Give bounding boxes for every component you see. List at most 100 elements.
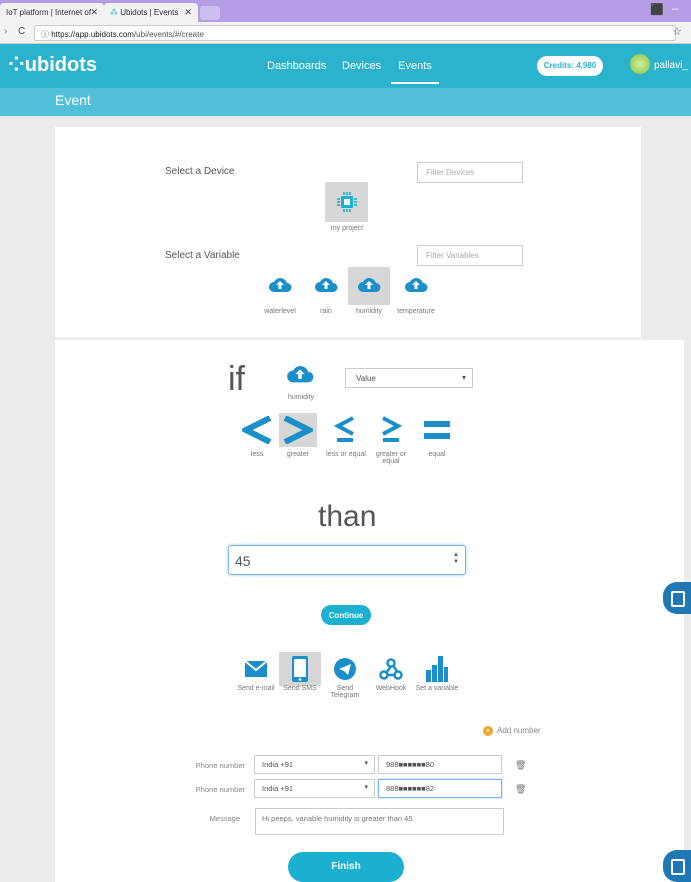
operator-greater[interactable]: [279, 413, 317, 447]
trash-icon[interactable]: 🗑: [515, 760, 526, 771]
nav-dashboards[interactable]: Dashboards: [267, 60, 326, 72]
variable-name: humidity: [355, 308, 383, 315]
if-label: if: [228, 360, 245, 398]
value-select-text: Value: [356, 374, 376, 383]
cloud-upload-icon: [405, 278, 428, 292]
filter-variables-input[interactable]: Filter Variables: [417, 245, 523, 266]
username[interactable]: pallavi_: [654, 60, 688, 71]
cloud-upload-icon: [269, 278, 292, 292]
tab-title: IoT platform | Internet of: [6, 8, 92, 17]
chat-widget-icon[interactable]: [663, 850, 691, 882]
trash-icon[interactable]: 🗑: [515, 784, 526, 795]
forward-icon[interactable]: ›: [4, 26, 7, 37]
close-icon[interactable]: ✕: [90, 7, 98, 18]
chat-widget-icon[interactable]: [663, 582, 691, 614]
chevron-down-icon: ▾: [364, 760, 368, 767]
country-select[interactable]: India +91 ▾: [254, 755, 375, 774]
action-label: Send e-mail: [237, 685, 275, 692]
variable-name: waterlevel: [264, 308, 296, 315]
logo-dots-icon: ⁘: [8, 54, 25, 76]
add-number-link[interactable]: + Add number: [483, 726, 541, 736]
country-value: India +91: [262, 760, 294, 769]
phone-number-input[interactable]: 888■■■■■■82: [378, 779, 502, 798]
favicon-icon: ⁂: [110, 8, 118, 17]
reload-icon[interactable]: C: [18, 26, 25, 37]
action-label: Send Telegram: [330, 685, 360, 699]
webhook-icon: [379, 658, 403, 680]
country-value: India +91: [262, 784, 294, 793]
than-label: than: [318, 500, 377, 533]
nav-devices[interactable]: Devices: [342, 60, 381, 72]
greater-than-icon: [283, 416, 313, 444]
variable-name: temperature: [397, 308, 435, 315]
selection-card: [55, 127, 641, 337]
phone-label: Phone number: [195, 785, 245, 794]
new-tab-button[interactable]: [200, 6, 220, 20]
nav-events[interactable]: Events: [391, 60, 439, 84]
credits-badge[interactable]: Credits: 4,980: [537, 56, 603, 76]
address-bar-row: › C ⓘ https://app.ubidots.com/ubi/events…: [0, 22, 691, 44]
bookmark-star-icon[interactable]: ☆: [672, 25, 682, 38]
action-label: Set a variable: [415, 685, 459, 692]
chevron-down-icon: ▾: [364, 784, 368, 791]
phone-number-value: 888■■■■■■82: [386, 784, 435, 793]
operator-equal[interactable]: [418, 413, 456, 447]
action-webhook[interactable]: [374, 654, 408, 684]
minimize-icon[interactable]: –: [672, 3, 678, 15]
message-textarea[interactable]: Hi peeps, variable humidity is greater t…: [255, 808, 504, 835]
tab-title: Ubidots | Events: [120, 8, 179, 17]
envelope-icon: [244, 660, 268, 677]
browser-tab-ubidots[interactable]: ⁂ Ubidots | Events ✕: [104, 3, 198, 22]
telegram-icon: [334, 658, 356, 680]
browser-tab-bar: IoT platform | Internet of ✕ ⁂ Ubidots |…: [0, 0, 691, 22]
chip-icon: [337, 192, 357, 212]
country-select[interactable]: India +91 ▾: [254, 779, 375, 798]
action-send-sms[interactable]: [279, 652, 321, 686]
url-input[interactable]: ⓘ https://app.ubidots.com/ubi/events/#/c…: [34, 25, 676, 41]
bar-chart-icon: [426, 656, 448, 682]
cloud-upload-icon: [315, 278, 338, 292]
phone-number-input[interactable]: 988■■■■■■80: [378, 755, 502, 774]
operator-less[interactable]: [238, 413, 276, 447]
device-tile-my-project[interactable]: [325, 182, 368, 222]
operator-label: equal: [428, 451, 446, 458]
operator-label: greater or equal: [375, 451, 407, 465]
close-icon[interactable]: ✕: [184, 7, 192, 18]
operator-label: less: [250, 451, 264, 458]
threshold-value: 45: [235, 553, 251, 569]
device-name: my project: [330, 225, 364, 232]
action-send-telegram[interactable]: [328, 654, 362, 684]
operator-less-or-equal[interactable]: [326, 413, 364, 447]
url-path: /ubi/events/#/create: [133, 30, 204, 39]
logo-text: ubidots: [24, 54, 97, 76]
action-label: WebHook: [375, 685, 407, 692]
user-profile-icon[interactable]: ⬛: [650, 3, 664, 16]
threshold-input[interactable]: 45 ▲ ▼: [228, 545, 466, 575]
operator-greater-or-equal[interactable]: [372, 413, 410, 447]
operator-label: greater: [286, 451, 310, 458]
variable-tile-humidity[interactable]: [348, 267, 390, 305]
continue-button[interactable]: Continue: [321, 605, 371, 625]
operator-label: less or equal: [326, 451, 366, 458]
select-variable-label: Select a Variable: [165, 250, 240, 261]
phone-label: Phone number: [195, 761, 245, 770]
action-send-email[interactable]: [236, 654, 276, 686]
select-device-label: Select a Device: [165, 166, 235, 177]
avatar[interactable]: [630, 54, 650, 74]
browser-tab-iot[interactable]: IoT platform | Internet of ✕: [0, 3, 104, 22]
action-set-variable[interactable]: [420, 654, 454, 684]
filter-devices-input[interactable]: Filter Devices: [417, 162, 523, 183]
condition-variable: humidity: [287, 394, 315, 401]
spinner-arrows-icon[interactable]: ▲ ▼: [453, 552, 459, 566]
page-title: Event: [55, 92, 91, 108]
cloud-upload-icon: [358, 278, 381, 292]
info-icon: ⓘ: [41, 30, 49, 39]
less-than-icon: [242, 416, 272, 444]
ubidots-logo[interactable]: ⁘ubidots: [8, 52, 97, 77]
finish-button[interactable]: Finish: [288, 852, 404, 882]
page-header: Event: [0, 88, 691, 116]
message-label: Message: [209, 814, 240, 823]
variable-name: rain: [320, 308, 332, 315]
value-select[interactable]: Value ▾: [345, 368, 473, 388]
top-navbar: ⁘ubidots Dashboards Devices Events Credi…: [0, 44, 691, 88]
